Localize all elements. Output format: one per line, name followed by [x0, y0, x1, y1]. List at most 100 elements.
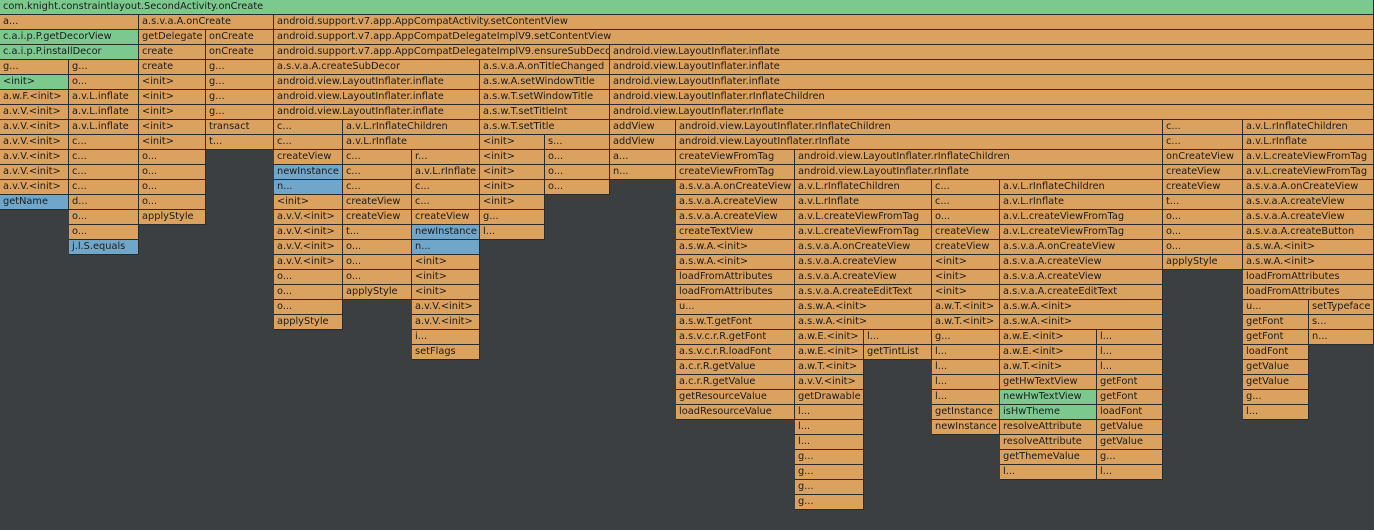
flame-frame[interactable]: c...: [1163, 135, 1243, 150]
flame-frame[interactable]: a...: [610, 150, 676, 165]
flame-frame[interactable]: o...: [69, 210, 139, 225]
flame-frame[interactable]: newInstance: [274, 165, 343, 180]
flame-frame[interactable]: t...: [206, 135, 274, 150]
flame-frame[interactable]: a.w.E.<init>: [1000, 330, 1097, 345]
flame-frame[interactable]: a.w.T.<init>: [932, 315, 1000, 330]
flame-frame[interactable]: getValue: [1243, 360, 1309, 375]
flame-frame[interactable]: a.v.L.rInflate: [1243, 135, 1374, 150]
flame-frame[interactable]: a.s.v.a.A.onCreateView: [1243, 180, 1374, 195]
flame-frame[interactable]: t...: [343, 225, 412, 240]
flame-frame[interactable]: l...: [932, 345, 1000, 360]
flame-frame[interactable]: n...: [412, 240, 480, 255]
flame-frame[interactable]: l...: [1097, 360, 1163, 375]
flame-frame[interactable]: a.s.v.a.A.createButton: [1243, 225, 1374, 240]
flame-frame[interactable]: u...: [676, 300, 795, 315]
flame-frame[interactable]: o...: [69, 225, 139, 240]
flame-frame[interactable]: a.s.v.a.A.createView: [1000, 255, 1163, 270]
flame-frame[interactable]: o...: [343, 255, 412, 270]
flame-frame[interactable]: a.s.w.A.setWindowTitle: [480, 75, 610, 90]
flame-frame[interactable]: g...: [0, 60, 69, 75]
flame-frame[interactable]: create: [139, 45, 206, 60]
flame-frame[interactable]: c...: [343, 165, 412, 180]
flame-frame[interactable]: a.c.r.R.getValue: [676, 375, 795, 390]
flame-frame[interactable]: l...: [1097, 465, 1163, 480]
flame-frame[interactable]: a.v.L.createViewFromTag: [795, 225, 932, 240]
flame-frame[interactable]: g...: [69, 60, 139, 75]
flame-frame[interactable]: a.v.V.<init>: [795, 375, 864, 390]
flame-frame[interactable]: onCreateView: [1163, 150, 1243, 165]
flame-frame[interactable]: a.v.V.<init>: [412, 300, 480, 315]
flame-frame[interactable]: <init>: [932, 285, 1000, 300]
flame-frame[interactable]: getFont: [1243, 315, 1309, 330]
flame-frame[interactable]: c...: [343, 180, 412, 195]
flame-frame[interactable]: loadFromAttributes: [1243, 270, 1374, 285]
flame-frame[interactable]: d...: [69, 195, 139, 210]
flame-frame[interactable]: a.s.v.a.A.onCreateView: [1000, 240, 1163, 255]
flame-frame[interactable]: a.s.v.a.A.createView: [795, 255, 932, 270]
flame-frame[interactable]: a.s.v.a.A.createView: [1243, 210, 1374, 225]
flame-frame[interactable]: loadFromAttributes: [676, 270, 795, 285]
flame-frame[interactable]: c...: [343, 150, 412, 165]
flame-frame[interactable]: <init>: [0, 75, 69, 90]
flame-frame[interactable]: g...: [795, 450, 864, 465]
flame-frame[interactable]: applyStyle: [343, 285, 412, 300]
flame-frame[interactable]: o...: [545, 150, 610, 165]
flame-frame[interactable]: l...: [1243, 405, 1309, 420]
flame-frame[interactable]: android.view.LayoutInflater.rInflateChil…: [610, 90, 1374, 105]
flame-frame[interactable]: android.view.LayoutInflater.rInflate: [676, 135, 1163, 150]
flame-frame[interactable]: a.s.v.a.A.onCreateView: [795, 240, 932, 255]
flame-frame[interactable]: loadFromAttributes: [676, 285, 795, 300]
flame-frame[interactable]: android.view.LayoutInflater.inflate: [610, 75, 1374, 90]
flame-frame[interactable]: c...: [69, 180, 139, 195]
flame-frame[interactable]: g...: [1097, 450, 1163, 465]
flame-frame[interactable]: a.s.w.A.<init>: [676, 240, 795, 255]
flame-frame[interactable]: android.view.LayoutInflater.inflate: [274, 90, 480, 105]
flame-frame[interactable]: android.support.v7.app.AppCompatDelegate…: [274, 30, 1374, 45]
flame-frame[interactable]: g...: [795, 465, 864, 480]
flame-frame[interactable]: a.v.V.<init>: [274, 210, 343, 225]
flame-frame[interactable]: newInstance: [412, 225, 480, 240]
flame-frame[interactable]: <init>: [139, 135, 206, 150]
flame-frame[interactable]: getInstance: [932, 405, 1000, 420]
flame-frame[interactable]: a.v.L.rInflateChildren: [343, 120, 480, 135]
flame-frame[interactable]: createView: [932, 240, 1000, 255]
flame-frame[interactable]: getFont: [1097, 375, 1163, 390]
flame-frame[interactable]: <init>: [139, 120, 206, 135]
flame-frame[interactable]: o...: [274, 285, 343, 300]
flame-frame[interactable]: <init>: [480, 180, 545, 195]
flame-frame[interactable]: getDelegate: [139, 30, 206, 45]
flame-frame[interactable]: createViewFromTag: [676, 150, 795, 165]
flame-frame[interactable]: loadFromAttributes: [1243, 285, 1374, 300]
flame-frame[interactable]: a.s.w.T.getFont: [676, 315, 795, 330]
flame-frame[interactable]: g...: [206, 60, 274, 75]
flame-frame[interactable]: u...: [1243, 300, 1309, 315]
flame-frame[interactable]: a.v.L.createViewFromTag: [1000, 210, 1163, 225]
flame-frame[interactable]: c...: [69, 150, 139, 165]
flame-frame[interactable]: n...: [274, 180, 343, 195]
flame-frame[interactable]: android.support.v7.app.AppCompatDelegate…: [274, 45, 610, 60]
flame-frame[interactable]: applyStyle: [1163, 255, 1243, 270]
flame-frame[interactable]: a.v.V.<init>: [0, 105, 69, 120]
flame-frame[interactable]: l...: [932, 390, 1000, 405]
flame-frame[interactable]: resolveAttribute: [1000, 420, 1097, 435]
flame-frame[interactable]: o...: [343, 240, 412, 255]
flame-frame[interactable]: a.v.V.<init>: [0, 150, 69, 165]
flame-frame[interactable]: createView: [412, 210, 480, 225]
flame-frame[interactable]: g...: [795, 495, 864, 510]
flame-frame[interactable]: getTintList: [864, 345, 932, 360]
flame-frame[interactable]: a.s.w.A.<init>: [1000, 300, 1163, 315]
flame-frame[interactable]: <init>: [480, 135, 545, 150]
flame-frame[interactable]: g...: [206, 90, 274, 105]
flame-frame[interactable]: a.s.v.c.r.R.getFont: [676, 330, 795, 345]
flame-frame[interactable]: a.s.v.a.A.createView: [676, 195, 795, 210]
flame-frame[interactable]: i...: [412, 330, 480, 345]
flame-frame[interactable]: a.v.L.inflate: [69, 120, 139, 135]
flame-frame[interactable]: a.s.v.a.A.onTitleChanged: [480, 60, 610, 75]
flame-frame[interactable]: o...: [1163, 210, 1243, 225]
flame-frame[interactable]: a.v.L.rInflateChildren: [795, 180, 932, 195]
flame-frame[interactable]: a.s.w.A.<init>: [676, 255, 795, 270]
flame-frame[interactable]: getName: [0, 195, 69, 210]
flame-frame[interactable]: a.s.w.A.<init>: [1243, 240, 1374, 255]
flame-frame[interactable]: getFont: [1097, 390, 1163, 405]
flame-frame[interactable]: getHwTextView: [1000, 375, 1097, 390]
